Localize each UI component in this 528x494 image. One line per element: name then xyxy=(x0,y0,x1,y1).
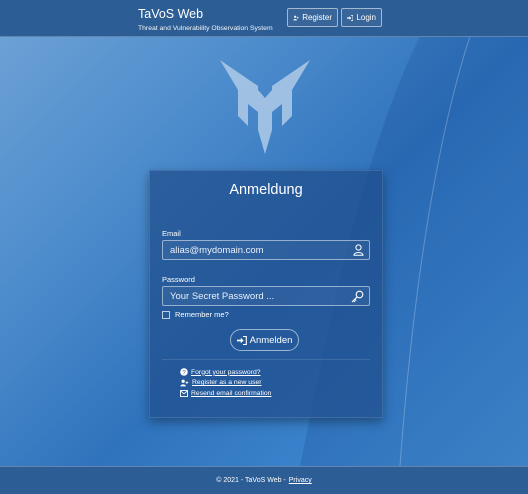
question-circle-icon: ? xyxy=(180,368,188,376)
password-placeholder: Your Secret Password ... xyxy=(170,291,275,302)
app-subtitle: Threat and Vulnerability Observation Sys… xyxy=(138,25,273,32)
user-icon xyxy=(353,244,364,256)
register-button-label: Register xyxy=(302,13,332,22)
top-navbar: TaVoS Web Threat and Vulnerability Obser… xyxy=(0,0,528,37)
sign-in-icon xyxy=(347,14,354,21)
remember-me[interactable]: Remember me? xyxy=(162,310,229,319)
email-placeholder: alias@mydomain.com xyxy=(170,245,264,256)
register-link-text: Register as a new user xyxy=(192,379,262,387)
register-button[interactable]: Register xyxy=(287,8,338,27)
resend-confirmation-link[interactable]: Resend email confirmation xyxy=(180,388,271,399)
copyright-text: © 2021 - TaVoS Web - xyxy=(216,477,286,484)
forgot-password-text: Forgot your password? xyxy=(191,368,261,376)
email-label: Email xyxy=(162,229,181,238)
remember-label: Remember me? xyxy=(175,310,229,319)
sign-in-icon xyxy=(236,335,247,345)
login-card: Anmeldung Email alias@mydomain.com Passw… xyxy=(149,170,383,418)
key-icon xyxy=(351,290,364,303)
remember-checkbox[interactable] xyxy=(162,310,170,319)
anmelden-button-label: Anmelden xyxy=(249,334,293,346)
password-field[interactable]: Your Secret Password ... xyxy=(162,286,370,306)
resend-confirmation-text: Resend email confirmation xyxy=(191,389,272,397)
app-title[interactable]: TaVoS Web xyxy=(138,7,273,21)
account-links: ? Forgot your password? Register as a ne… xyxy=(180,367,271,399)
user-plus-icon xyxy=(293,15,299,20)
user-plus-icon xyxy=(180,379,189,387)
login-button-label: Login xyxy=(356,13,376,22)
password-label: Password xyxy=(162,275,195,284)
tavos-logo xyxy=(220,60,310,154)
forgot-password-link[interactable]: ? Forgot your password? xyxy=(180,367,271,378)
email-field[interactable]: alias@mydomain.com xyxy=(162,240,370,260)
register-link[interactable]: Register as a new user xyxy=(180,378,271,389)
divider xyxy=(162,359,370,360)
anmelden-button[interactable]: Anmelden xyxy=(230,329,299,351)
privacy-link[interactable]: Privacy xyxy=(289,477,312,484)
footer: © 2021 - TaVoS Web - Privacy xyxy=(0,466,528,494)
envelope-icon xyxy=(180,389,188,397)
brand[interactable]: TaVoS Web Threat and Vulnerability Obser… xyxy=(138,7,273,33)
login-title: Anmeldung xyxy=(229,182,303,198)
login-button[interactable]: Login xyxy=(341,8,382,27)
